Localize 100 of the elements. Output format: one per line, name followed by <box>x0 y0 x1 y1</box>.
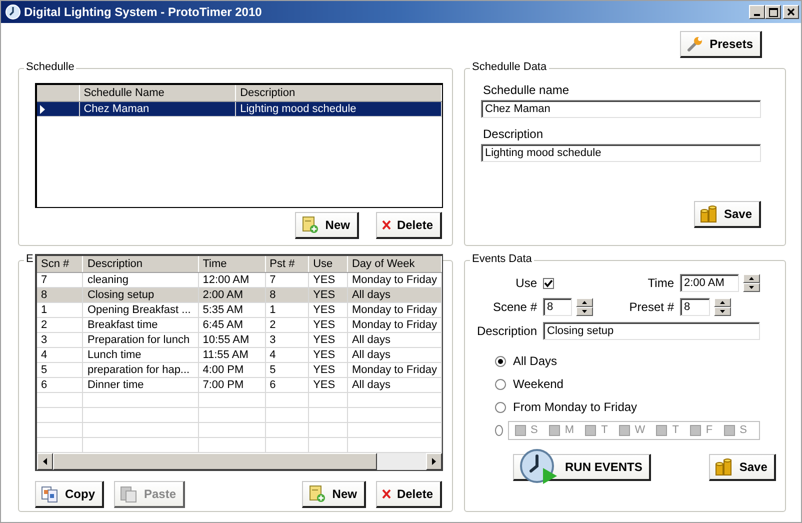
day-label: S <box>530 424 538 436</box>
table-cell: All days <box>347 288 442 302</box>
table-row[interactable]: 6 Dinner time 7:00 PM 6 YES All days <box>37 378 442 392</box>
table-row[interactable]: 3 Preparation for lunch 10:55 AM 3 YES All days <box>37 332 442 348</box>
day-label: S <box>740 424 747 436</box>
table-cell: 6:45 AM <box>198 318 266 332</box>
text-field[interactable]: Chez Maman <box>481 100 761 118</box>
table-cell: 4:00 PM <box>198 362 266 378</box>
table-row[interactable]: 8 Closing setup 2:00 AM 8 YES All days <box>37 288 442 302</box>
table-cell: 2 <box>37 318 83 332</box>
copy-icon <box>41 485 59 503</box>
minimize-button[interactable] <box>749 5 765 19</box>
day-label: F <box>706 424 713 436</box>
table-cell: 11:55 AM <box>198 348 266 362</box>
table-cell: 2:00 AM <box>198 288 266 302</box>
table-cell: Dinner time <box>82 378 198 392</box>
day-label: M <box>564 424 574 436</box>
table-cell: All days <box>347 348 442 362</box>
maximize-button[interactable] <box>765 5 781 19</box>
close-button[interactable] <box>783 5 799 19</box>
column-header: Use <box>308 256 348 272</box>
field-label: Use <box>514 276 537 290</box>
table-cell: YES <box>308 362 348 378</box>
save-button[interactable]: Save <box>709 454 776 481</box>
option-label: From Monday to Friday <box>513 400 638 414</box>
delete-button[interactable]: Delete <box>376 212 442 239</box>
column-header: Description <box>82 256 198 272</box>
table-cell: 6 <box>265 378 309 392</box>
table-row[interactable]: 4 Lunch time 11:55 AM 4 YES All days <box>37 348 442 362</box>
table-cell: YES <box>308 288 348 302</box>
wrench-icon <box>686 35 704 53</box>
delete-icon <box>382 489 391 499</box>
text-field[interactable]: Closing setup <box>543 322 760 340</box>
group-title: Schedulle <box>26 61 74 73</box>
coins-icon <box>700 205 718 223</box>
table-row[interactable]: 1 Opening Breakfast ... 5:35 AM 1 YES Monday to Friday <box>37 302 442 318</box>
app-clock-icon <box>5 4 21 20</box>
table-cell: 6 <box>37 378 83 392</box>
new-page-icon <box>301 216 320 234</box>
table-cell: Lunch time <box>82 348 198 362</box>
option-label: Weekend <box>513 377 564 391</box>
table-cell: 1 <box>37 302 83 318</box>
table-cell: 4 <box>265 348 309 362</box>
maximize-icon <box>768 8 778 16</box>
table-cell: 2 <box>265 318 309 332</box>
table-cell: Breakfast time <box>82 318 198 332</box>
radio-button[interactable] <box>495 378 506 390</box>
table-row[interactable]: 5 preparation for hap... 4:00 PM 5 YES Monday to Friday <box>37 362 442 378</box>
table-cell: YES <box>308 332 348 348</box>
spinner-buttons[interactable] <box>743 274 760 292</box>
coins-icon <box>715 458 734 476</box>
delete-button[interactable]: Delete <box>376 481 442 508</box>
horizontal-scrollbar[interactable] <box>37 453 442 470</box>
spinner-buttons[interactable] <box>714 298 731 316</box>
text-field[interactable]: Lighting mood schedule <box>481 144 761 162</box>
new-button[interactable]: New <box>302 481 366 508</box>
field-label: Time <box>646 276 674 290</box>
table-cell: Monday to Friday <box>347 362 442 378</box>
radio-button[interactable] <box>495 424 503 436</box>
table-cell: 5:35 AM <box>198 302 266 318</box>
day-label: T <box>601 424 608 436</box>
window-title: Digital Lighting System - ProtoTimer 2010 <box>24 5 262 19</box>
copy-button[interactable]: Copy <box>35 481 104 508</box>
table-row[interactable]: Chez Maman Lighting mood schedule <box>37 102 442 116</box>
presets-button[interactable]: Presets <box>680 31 762 58</box>
table-cell: 3 <box>265 332 309 348</box>
option-label: All Days <box>513 354 558 368</box>
table-cell: All days <box>347 332 442 348</box>
table-cell: Preparation for lunch <box>82 332 198 348</box>
table-cell: 10:55 AM <box>198 332 266 348</box>
number-field[interactable]: 2:00 AM <box>680 274 740 292</box>
table-cell: YES <box>308 348 348 362</box>
table-cell: 3 <box>37 332 83 348</box>
table-cell: 7:00 PM <box>198 378 266 392</box>
new-page-icon <box>308 485 326 503</box>
column-header: Scn # <box>37 256 83 272</box>
table-cell: Monday to Friday <box>347 302 442 318</box>
column-header: Pst # <box>265 256 309 272</box>
scrollbar-thumb[interactable] <box>53 453 377 470</box>
number-field[interactable]: 8 <box>680 298 710 316</box>
scroll-left-icon <box>43 458 47 465</box>
column-header: Day of Week <box>347 256 442 272</box>
field-label: Description <box>476 324 537 338</box>
table-cell: YES <box>308 378 348 392</box>
table-cell: 8 <box>265 288 309 302</box>
table-cell: 8 <box>37 288 83 302</box>
group-title: Events Data <box>472 253 532 265</box>
save-button[interactable]: Save <box>694 201 761 228</box>
field-label: Preset # <box>628 300 674 314</box>
close-icon <box>787 8 795 16</box>
table-cell: YES <box>308 302 348 318</box>
table-row[interactable]: 2 Breakfast time 6:45 AM 2 YES Monday to Friday <box>37 318 442 332</box>
radio-button[interactable] <box>495 402 506 412</box>
radio-button[interactable] <box>495 356 506 366</box>
new-button[interactable]: New <box>295 212 359 239</box>
number-field[interactable]: 8 <box>543 298 572 316</box>
group-title: E <box>26 253 34 265</box>
spinner-buttons[interactable] <box>576 298 593 316</box>
table-cell: Monday to Friday <box>347 318 442 332</box>
use-checkbox[interactable] <box>543 278 554 288</box>
